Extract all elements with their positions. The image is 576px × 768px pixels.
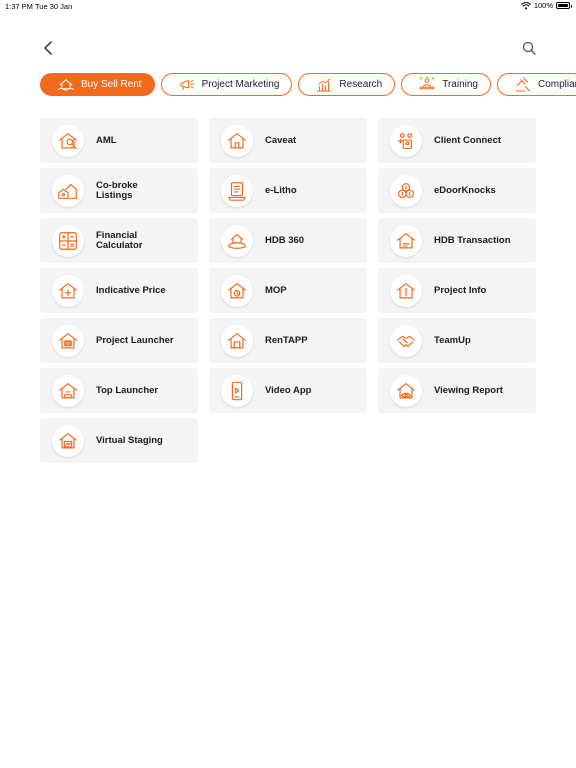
app-tile-mop[interactable]: MOP [209,268,367,313]
search-button[interactable] [518,38,540,58]
coins-icon [390,174,422,207]
app-tile-label: MOP [265,284,287,296]
app-tile-label: HDB Transaction [434,234,511,246]
house-staging-icon [52,424,84,457]
app-tile-video-app[interactable]: Video App [209,368,367,413]
app-tile-label: eDoorKnocks [434,184,496,196]
status-bar: 1:37 PM Tue 30 Jan 100% [0,0,576,12]
status-date: Tue 30 Jan [35,2,73,11]
app-tile-label: Financial Calculator [96,229,143,251]
app-tile-client-connect[interactable]: Client Connect [378,118,536,163]
search-icon [522,41,536,55]
house-top-icon [52,374,84,407]
category-chip-buy-sell-rent[interactable]: Buy Sell Rent [40,73,155,96]
app-tile-financial-calculator[interactable]: Financial Calculator [40,218,198,263]
phone-video-icon [221,374,253,407]
app-tile-hdb-transaction[interactable]: HDB Transaction [378,218,536,263]
category-chip-label: Research [339,79,383,90]
house-clock-icon [221,274,253,307]
app-tile-teamup[interactable]: TeamUp [378,318,536,363]
battery-percent: 100% [533,1,553,10]
app-tile-label: Project Launcher [96,334,174,346]
document-stack-icon [221,174,253,207]
app-tile-label: Viewing Report [434,384,503,396]
category-chip-project-marketing[interactable]: Project Marketing [160,73,293,96]
category-chip-label: Buy Sell Rent [81,79,142,90]
house-icon [221,124,253,157]
app-tile-label: RenTAPP [265,334,308,346]
app-tile-label: Project Info [434,284,487,296]
app-tile-project-launcher[interactable]: Project Launcher [40,318,198,363]
chevron-left-icon [44,41,52,55]
gavel-icon [512,76,534,94]
house-rent-icon [221,324,253,357]
handshake-icon [390,324,422,357]
houses-icon [52,174,84,207]
category-chip-compliance[interactable]: Compliance [496,73,576,96]
app-tile-label: HDB 360 [265,234,305,246]
building-launch-icon [52,324,84,357]
app-tile-label: Video App [265,384,312,396]
app-tile-label: Virtual Staging [96,434,163,446]
house-info-icon [390,274,422,307]
app-tile-label: TeamUp [434,334,471,346]
category-chip-label: Compliance [537,79,576,90]
calculator-icon [52,224,84,257]
app-tile-co-broke-listings[interactable]: Co-broke Listings [40,168,198,213]
category-chip-label: Training [442,79,478,90]
status-right: 100% [520,1,572,10]
app-tile-label: Co-broke Listings [96,179,138,201]
app-tile-rentapp[interactable]: RenTAPP [209,318,367,363]
app-tile-label: Indicative Price [96,284,166,296]
app-tile-label: e-Litho [265,184,297,196]
wifi-icon [520,1,531,9]
category-chip-training[interactable]: Training [401,73,491,96]
app-tile-label: AML [96,134,117,146]
status-time: 1:37 PM [5,2,33,11]
app-tile-label: Top Launcher [96,384,159,396]
house-hdb-icon [390,224,422,257]
battery-icon [556,2,572,9]
megaphone-icon [176,76,198,94]
app-tile-aml[interactable]: AML [40,118,198,163]
app-tile-label: Caveat [265,134,297,146]
back-button[interactable] [38,38,58,58]
app-tile-e-litho[interactable]: e-Litho [209,168,367,213]
house-price-icon [52,274,84,307]
category-chip-research[interactable]: Research [298,73,396,96]
category-chip-label: Project Marketing [201,79,280,90]
house-eye-icon [390,374,422,407]
app-tile-caveat[interactable]: Caveat [209,118,367,163]
app-tile-top-launcher[interactable]: Top Launcher [40,368,198,413]
magnifier-house-icon [52,124,84,157]
app-tile-indicative-price[interactable]: Indicative Price [40,268,198,313]
house-hands-icon [55,76,77,94]
category-chip-bar[interactable]: Buy Sell Rent Project Marketing Research Tr… [40,73,576,97]
category-chip-track: Buy Sell Rent Project Marketing Research Tr… [40,73,576,96]
app-tile-hdb-360[interactable]: HDB 360 [209,218,367,263]
app-tile-edoorknocks[interactable]: eDoorKnocks [378,168,536,213]
app-tile-viewing-report[interactable]: Viewing Report [378,368,536,413]
house-360-icon [221,224,253,257]
presenter-icon [416,75,438,94]
app-tile-virtual-staging[interactable]: Virtual Staging [40,418,198,463]
app-tile-project-info[interactable]: Project Info [378,268,536,313]
bar-chart-icon [313,76,335,94]
people-network-icon [390,124,422,157]
app-tile-label: Client Connect [434,134,502,146]
app-grid: AML Caveat Client Connect Co-broke Listings… [40,118,536,463]
